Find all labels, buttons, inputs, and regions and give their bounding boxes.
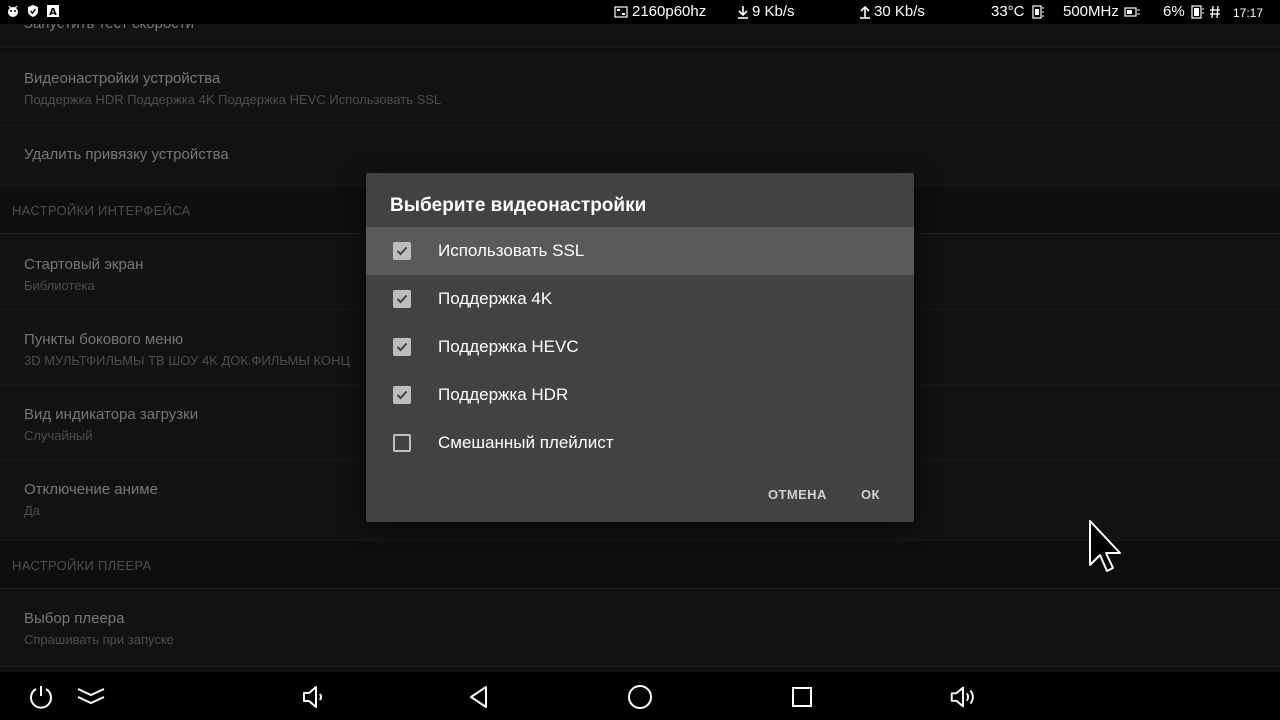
mouse-pointer-icon [1088, 519, 1124, 578]
download-speed-text: 9 Kb/s [752, 3, 795, 20]
clock: 17:17 [1233, 6, 1264, 20]
svg-text:A: A [49, 7, 57, 18]
hash-icon [1209, 5, 1220, 18]
status-bar: A 2160p60hz 9 Kb/s 30 Kb/s 33°C 500MHz 6… [0, 0, 1280, 24]
checkmark-icon [396, 342, 408, 352]
cpu-load-icon [1191, 4, 1204, 19]
cpu-load-text: 6% [1163, 3, 1185, 20]
cpu-load: 6% [1163, 3, 1221, 20]
option-hevc-support[interactable]: Поддержка HEVC [366, 323, 914, 371]
resolution-indicator: 2160p60hz [614, 3, 706, 20]
resolution-text: 2160p60hz [632, 3, 707, 20]
cpu-frequency: 500MHz [1063, 3, 1141, 20]
temperature-text: 33°C [991, 3, 1025, 20]
power-icon[interactable] [26, 682, 56, 712]
ok-button[interactable]: ОК [861, 487, 880, 502]
cpu-frequency-text: 500MHz [1063, 3, 1119, 20]
option-label: Поддержка 4K [438, 289, 553, 308]
upload-arrow-icon [860, 5, 870, 19]
navigation-bar [0, 672, 1280, 720]
option-mixed-playlist[interactable]: Смешанный плейлист [366, 419, 914, 467]
shield-check-icon [26, 4, 40, 18]
status-left-icons: A [6, 4, 60, 18]
checkbox[interactable] [393, 242, 411, 260]
option-label: Поддержка HDR [438, 385, 569, 404]
checkbox[interactable] [393, 386, 411, 404]
checkmark-icon [396, 294, 408, 304]
option-hdr-support[interactable]: Поддержка HDR [366, 371, 914, 419]
temperature: 33°C [991, 3, 1045, 20]
option-label: Смешанный плейлист [438, 433, 614, 452]
checkbox[interactable] [393, 338, 411, 356]
cpu-icon [1124, 6, 1140, 17]
volume-down-icon[interactable] [298, 682, 328, 712]
checkbox[interactable] [393, 290, 411, 308]
android-debug-icon [6, 4, 20, 18]
home-icon[interactable] [625, 682, 655, 712]
volume-up-icon[interactable] [948, 682, 978, 712]
option-use-ssl[interactable]: Использовать SSL [366, 227, 914, 275]
a-letter-icon: A [46, 4, 60, 18]
back-icon[interactable] [464, 682, 494, 712]
download-speed: 9 Kb/s [738, 3, 795, 20]
recents-icon[interactable] [787, 682, 817, 712]
download-arrow-icon [738, 5, 748, 19]
option-label: Использовать SSL [438, 241, 585, 260]
upload-speed-text: 30 Kb/s [874, 3, 925, 20]
checkmark-icon [396, 390, 408, 400]
option-label: Поддержка HEVC [438, 337, 579, 356]
checkmark-icon [396, 246, 408, 256]
checkbox[interactable] [393, 434, 411, 452]
option-4k-support[interactable]: Поддержка 4K [366, 275, 914, 323]
device-temp-icon [1031, 4, 1044, 19]
video-settings-dialog: Выберите видеонастройки Использовать SSL… [366, 173, 914, 522]
display-icon [614, 5, 628, 18]
chevron-double-down-icon[interactable] [76, 682, 106, 712]
cancel-button[interactable]: ОТМЕНА [768, 487, 827, 502]
dialog-title: Выберите видеонастройки [390, 195, 647, 216]
upload-speed: 30 Kb/s [860, 3, 925, 20]
